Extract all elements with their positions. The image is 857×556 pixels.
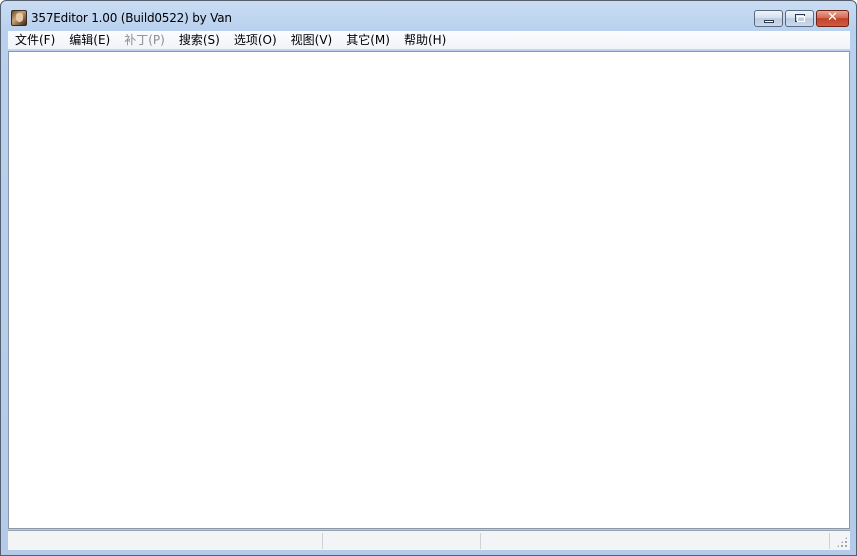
app-icon[interactable] bbox=[11, 10, 27, 26]
status-segment-3 bbox=[481, 533, 830, 549]
resize-grip-icon[interactable] bbox=[836, 536, 848, 548]
restore-icon bbox=[795, 14, 805, 22]
menu-search[interactable]: 搜索(S) bbox=[172, 31, 227, 50]
title-bar[interactable]: 357Editor 1.00 (Build0522) by Van ✕ bbox=[1, 1, 856, 30]
menu-file[interactable]: 文件(F) bbox=[8, 31, 62, 50]
menu-other[interactable]: 其它(M) bbox=[339, 31, 397, 50]
menu-view[interactable]: 视图(V) bbox=[284, 31, 340, 50]
menu-help[interactable]: 帮助(H) bbox=[397, 31, 453, 50]
status-segment-1 bbox=[8, 533, 323, 549]
window-title: 357Editor 1.00 (Build0522) by Van bbox=[31, 11, 232, 25]
close-icon: ✕ bbox=[827, 10, 838, 25]
editor-area[interactable] bbox=[8, 51, 850, 529]
status-bar bbox=[8, 530, 850, 550]
menu-edit[interactable]: 编辑(E) bbox=[62, 31, 117, 50]
app-window: 357Editor 1.00 (Build0522) by Van ✕ 文件(F… bbox=[0, 0, 857, 556]
close-button[interactable]: ✕ bbox=[816, 10, 849, 27]
menu-bar: 文件(F) 编辑(E) 补丁(P) 搜索(S) 选项(O) 视图(V) 其它(M… bbox=[8, 31, 850, 50]
minimize-icon bbox=[764, 20, 774, 23]
caption-buttons: ✕ bbox=[752, 10, 849, 27]
restore-button[interactable] bbox=[785, 10, 814, 27]
menu-patch[interactable]: 补丁(P) bbox=[117, 31, 172, 50]
menu-options[interactable]: 选项(O) bbox=[227, 31, 284, 50]
minimize-button[interactable] bbox=[754, 10, 783, 27]
status-segment-2 bbox=[323, 533, 481, 549]
